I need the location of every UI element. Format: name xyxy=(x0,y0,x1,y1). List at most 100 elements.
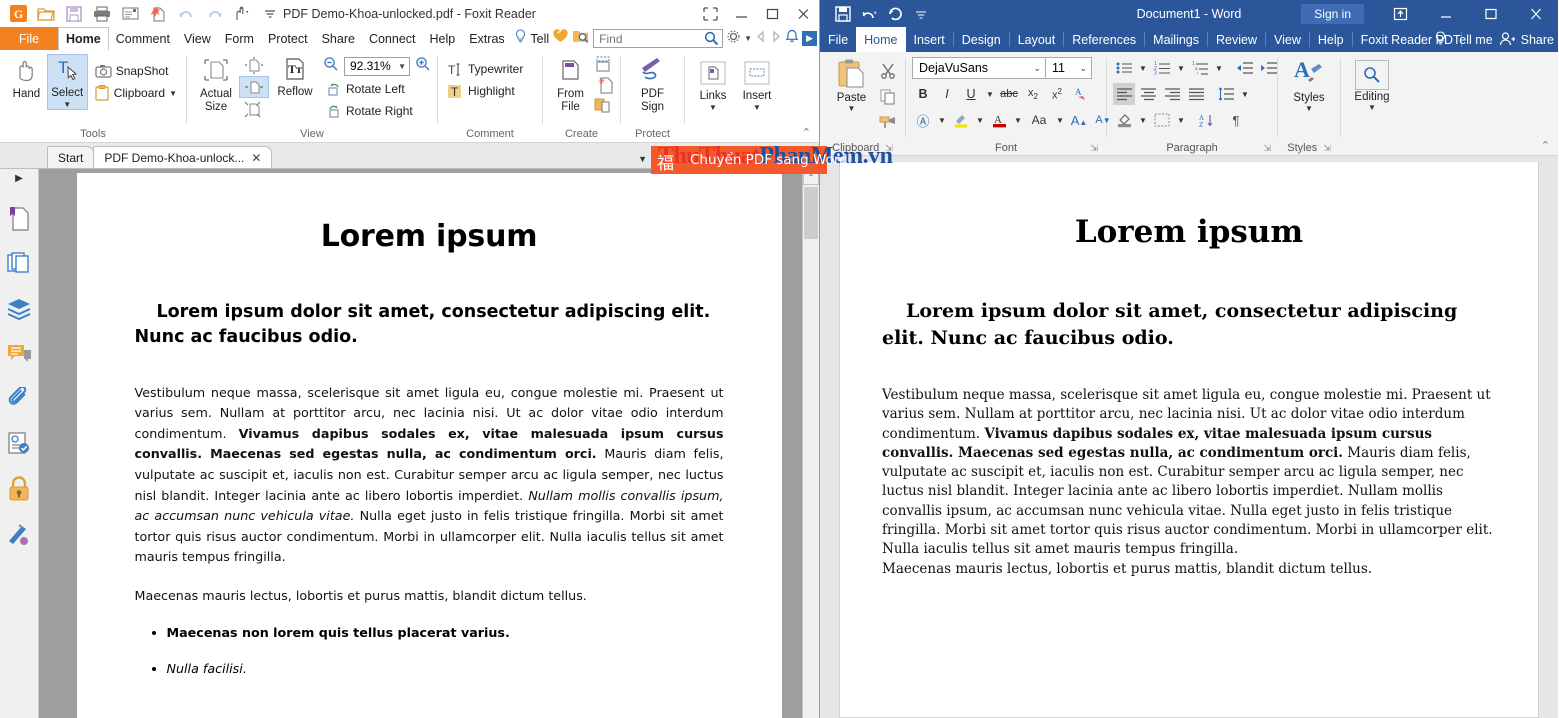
customize-qat-icon[interactable] xyxy=(257,2,283,26)
foxit-logo-icon[interactable]: G xyxy=(5,2,31,26)
decrease-indent-icon[interactable] xyxy=(1233,57,1255,79)
fit-visible-button[interactable] xyxy=(239,98,269,120)
expand-ribbon-icon[interactable]: ▶ xyxy=(802,31,817,46)
word-tab-view[interactable]: View xyxy=(1266,27,1309,52)
word-tab-design[interactable]: Design xyxy=(954,27,1009,52)
actual-size-button[interactable]: Actual Size xyxy=(193,54,239,113)
align-center-icon[interactable] xyxy=(1137,83,1159,105)
signatures-panel-icon[interactable] xyxy=(4,511,34,556)
digital-id-panel-icon[interactable] xyxy=(4,421,34,466)
word-tab-review[interactable]: Review xyxy=(1208,27,1265,52)
tell-label[interactable]: Tell xyxy=(530,32,549,46)
save-icon[interactable] xyxy=(832,3,854,25)
foxit-tab-home[interactable]: Home xyxy=(58,27,109,50)
touch-mode-icon[interactable] xyxy=(229,2,255,26)
close-icon[interactable] xyxy=(788,1,819,27)
bullets-caret-icon[interactable]: ▼ xyxy=(1137,57,1149,79)
text-highlight-caret-icon[interactable]: ▼ xyxy=(974,109,986,131)
format-painter-icon[interactable] xyxy=(877,112,899,134)
grow-font-icon[interactable]: A▲ xyxy=(1068,109,1090,131)
notification-bell-icon[interactable] xyxy=(785,29,799,49)
rotate-right-button[interactable]: Rotate Right xyxy=(323,100,431,122)
pdf-scroll-thumb[interactable] xyxy=(804,187,818,239)
align-right-icon[interactable] xyxy=(1161,83,1183,105)
pdf-viewer-canvas[interactable]: Lorem ipsum Lorem ipsum dolor sit amet, … xyxy=(39,169,819,718)
shading-icon[interactable] xyxy=(1113,109,1135,131)
paste-caret-icon[interactable]: ▼ xyxy=(848,104,856,113)
fit-width-button[interactable] xyxy=(239,76,269,98)
zoom-out-icon[interactable] xyxy=(323,56,339,77)
justify-icon[interactable] xyxy=(1185,83,1207,105)
word-tab-mailings[interactable]: Mailings xyxy=(1145,27,1207,52)
cut-icon[interactable] xyxy=(877,60,899,82)
numbering-icon[interactable]: 123 xyxy=(1151,57,1173,79)
undo-icon[interactable] xyxy=(173,2,199,26)
foxit-collapse-ribbon-icon[interactable]: ⌃ xyxy=(802,126,811,139)
borders-caret-icon[interactable]: ▼ xyxy=(1175,109,1187,131)
pages-panel-icon[interactable] xyxy=(4,241,34,286)
ribbon-display-options-icon[interactable] xyxy=(1378,0,1423,27)
minimize-icon[interactable] xyxy=(1423,0,1468,27)
foxit-tab-help[interactable]: Help xyxy=(423,27,463,50)
open-icon[interactable] xyxy=(33,2,59,26)
superscript-icon[interactable]: x2 xyxy=(1046,83,1068,105)
heart-icon[interactable] xyxy=(552,28,569,49)
bookmark-panel-icon[interactable] xyxy=(4,196,34,241)
maximize-icon[interactable] xyxy=(1468,0,1513,27)
security-panel-icon[interactable] xyxy=(4,466,34,511)
text-effects-icon[interactable]: Ⓐ xyxy=(912,109,934,131)
email-icon[interactable] xyxy=(117,2,143,26)
doc-tab-start[interactable]: Start xyxy=(47,146,95,168)
create-from-file-button[interactable]: From File xyxy=(549,54,592,113)
snapshot-button[interactable]: SnapShot xyxy=(92,60,180,82)
restore-layout-icon[interactable] xyxy=(695,1,726,27)
pdf-sign-button[interactable]: PDF Sign xyxy=(631,54,675,113)
tell-me-bulb-icon[interactable] xyxy=(1434,30,1447,49)
search-document-icon[interactable] xyxy=(572,29,590,49)
paste-button[interactable]: Paste ▼ xyxy=(826,57,877,113)
bold-icon[interactable]: B xyxy=(912,83,934,105)
minimize-icon[interactable] xyxy=(726,1,757,27)
create-from-clipboard-icon[interactable] xyxy=(594,95,614,115)
align-left-icon[interactable] xyxy=(1113,83,1135,105)
insert-caret-icon[interactable]: ▼ xyxy=(753,103,761,112)
font-name-caret-icon[interactable]: ⌄ xyxy=(1033,63,1041,74)
zoom-caret-icon[interactable]: ▼ xyxy=(398,62,406,71)
insert-button[interactable]: Insert ▼ xyxy=(735,58,779,112)
strikethrough-icon[interactable]: abc xyxy=(998,83,1020,105)
doc-tab-pdf[interactable]: PDF Demo-Khoa-unlock... ✕ xyxy=(93,146,273,168)
maximize-icon[interactable] xyxy=(757,1,788,27)
foxit-tab-form[interactable]: Form xyxy=(218,27,261,50)
foxit-tab-connect[interactable]: Connect xyxy=(362,27,423,50)
layers-panel-icon[interactable] xyxy=(4,286,34,331)
undo-icon[interactable] xyxy=(858,3,880,25)
show-marks-icon[interactable]: ¶ xyxy=(1225,109,1247,131)
tell-me-bulb-icon[interactable] xyxy=(514,28,527,49)
typewriter-button[interactable]: T Typewriter xyxy=(444,58,526,80)
borders-icon[interactable] xyxy=(1151,109,1173,131)
multilevel-caret-icon[interactable]: ▼ xyxy=(1213,57,1225,79)
fit-page-button[interactable] xyxy=(239,54,269,76)
editing-button[interactable]: Editing ▼ xyxy=(1347,60,1397,112)
word-document-area[interactable]: Lorem ipsum Lorem ipsum dolor sit amet, … xyxy=(820,156,1558,718)
underline-icon[interactable]: U xyxy=(960,83,982,105)
editing-caret-icon[interactable]: ▼ xyxy=(1368,103,1376,112)
comments-panel-icon[interactable] xyxy=(4,331,34,376)
bullets-icon[interactable] xyxy=(1113,57,1135,79)
text-effects-caret-icon[interactable]: ▼ xyxy=(936,109,948,131)
paragraph-dialog-launcher-icon[interactable]: ⇲ xyxy=(1263,143,1271,154)
next-view-icon[interactable] xyxy=(770,30,782,48)
change-case-icon[interactable]: Aa xyxy=(1026,109,1052,131)
word-tab-layout[interactable]: Layout xyxy=(1010,27,1064,52)
create-from-scanner-icon[interactable] xyxy=(594,55,614,75)
increase-indent-icon[interactable] xyxy=(1257,57,1279,79)
settings-caret-icon[interactable]: ▼ xyxy=(744,34,752,43)
numbering-caret-icon[interactable]: ▼ xyxy=(1175,57,1187,79)
redo-icon[interactable] xyxy=(201,2,227,26)
line-spacing-icon[interactable] xyxy=(1215,83,1237,105)
customize-qat-icon[interactable] xyxy=(910,3,932,25)
word-collapse-ribbon-icon[interactable]: ⌃ xyxy=(1541,139,1550,152)
links-button[interactable]: Links ▼ xyxy=(691,58,735,112)
find-input[interactable] xyxy=(599,31,705,46)
redo-icon[interactable] xyxy=(884,3,906,25)
